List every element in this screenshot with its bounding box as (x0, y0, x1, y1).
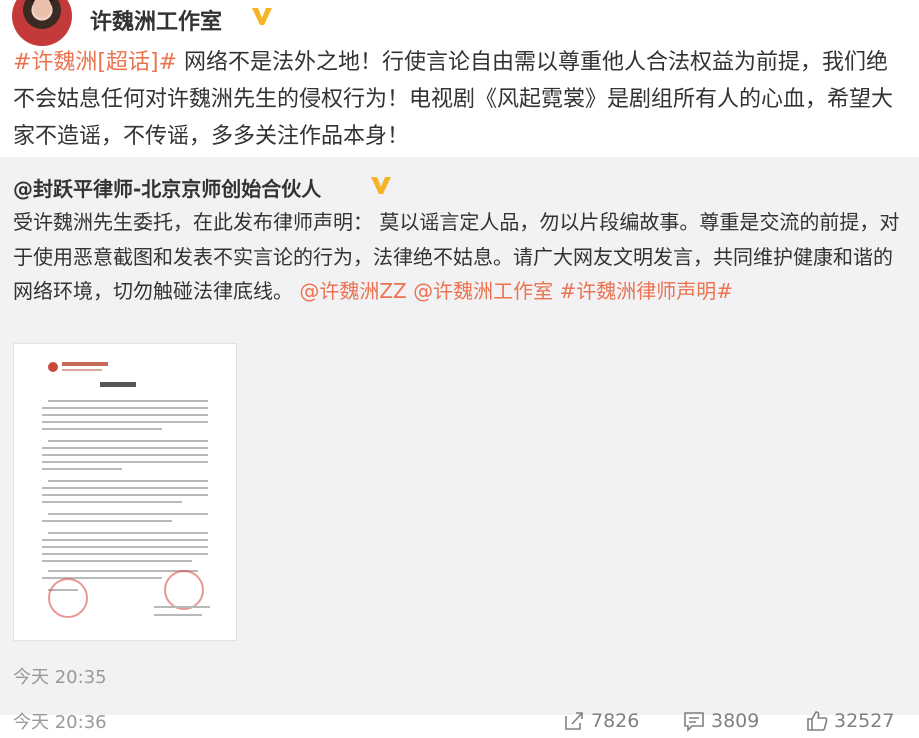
post-footer: 今天 20:36 7826 3809 32527 (0, 710, 919, 738)
document-line (42, 414, 208, 416)
document-line (42, 539, 208, 541)
repost-body: 受许魏洲先生委托，在此发布律师声明： 莫以谣言定人品，勿以片段编故事。尊重是交流… (13, 205, 909, 309)
document-line (42, 461, 208, 463)
thumbs-up-icon (807, 711, 828, 731)
document-line (48, 480, 208, 482)
document-line (42, 560, 192, 562)
document-line (42, 494, 208, 496)
document-line (42, 468, 122, 470)
document-line (42, 421, 208, 423)
author-name[interactable]: 许魏洲工作室 (90, 4, 222, 36)
avatar-face (33, 0, 51, 18)
document-line (48, 400, 208, 402)
document-line (42, 487, 208, 489)
document-line (42, 447, 208, 449)
document-line (154, 606, 210, 608)
repost-author[interactable]: @封跃平律师-北京京师创始合伙人 (13, 173, 321, 202)
document-title (100, 382, 136, 387)
document-line (48, 532, 208, 534)
comment-button[interactable]: 3809 (683, 708, 759, 734)
post-timestamp: 今天 20:36 (13, 712, 107, 733)
document-line (154, 614, 202, 616)
post-header: 许魏洲工作室 (0, 0, 919, 46)
document-line (42, 428, 162, 430)
repost-verified-badge-icon (370, 175, 392, 195)
mention-link-xuweizhou[interactable]: @许魏洲ZZ (299, 279, 406, 303)
document-line (48, 513, 208, 515)
share-count: 7826 (591, 710, 640, 732)
topic-link-lawyer-statement[interactable]: #许魏洲律师声明# (559, 279, 733, 303)
red-seal-stamp (164, 570, 204, 610)
comment-count: 3809 (711, 710, 760, 732)
verified-badge-icon (251, 6, 273, 26)
comment-icon (684, 712, 704, 732)
mention-link-studio[interactable]: @许魏洲工作室 (413, 279, 553, 303)
avatar[interactable] (12, 0, 72, 46)
super-topic-link[interactable]: #许魏洲[超话]# (13, 50, 177, 75)
law-firm-logo (48, 362, 58, 372)
document-line (42, 553, 208, 555)
like-button[interactable]: 32527 (806, 708, 894, 734)
document-line (42, 407, 208, 409)
document-line (48, 440, 208, 442)
red-seal-stamp (48, 578, 88, 618)
like-count: 32527 (834, 710, 895, 732)
document-line (42, 501, 182, 503)
law-firm-name (62, 362, 108, 366)
lawyer-statement-image[interactable] (13, 343, 237, 641)
share-icon (565, 712, 583, 730)
document-line (42, 520, 172, 522)
document-line (42, 454, 208, 456)
post-body: #许魏洲[超话]# 网络不是法外之地！行使言论自由需以尊重他人合法权益为前提，我… (13, 44, 909, 155)
repost-timestamp: 今天 20:35 (13, 667, 107, 688)
share-button[interactable]: 7826 (563, 708, 639, 734)
repost-card[interactable]: @封跃平律师-北京京师创始合伙人 受许魏洲先生委托，在此发布律师声明： 莫以谣言… (0, 157, 919, 715)
document-line (42, 546, 208, 548)
law-firm-subtitle (62, 369, 102, 371)
